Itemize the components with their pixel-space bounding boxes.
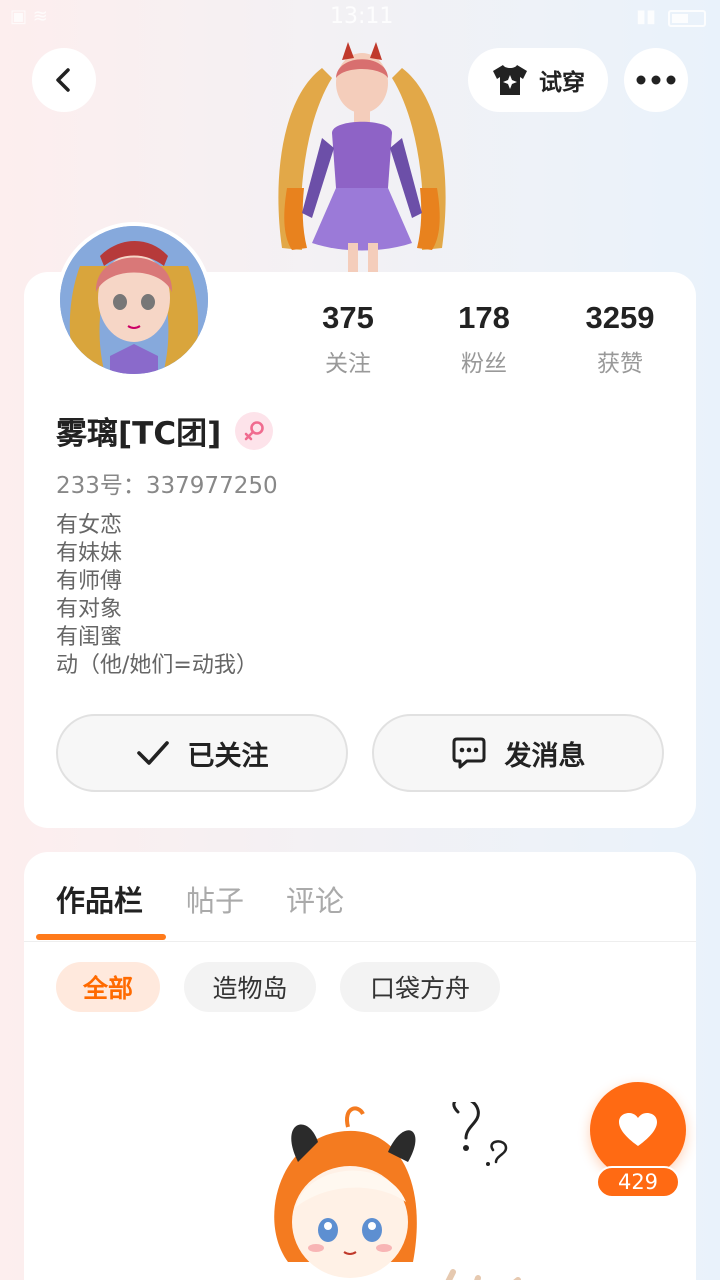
back-button[interactable] (32, 48, 96, 112)
avatar-image (60, 226, 208, 374)
stat-value: 375 (322, 300, 374, 335)
shirt-sparkle-icon (493, 65, 527, 95)
bio-line: 有闺蜜 (56, 625, 123, 650)
try-on-label: 试穿 (539, 70, 585, 96)
tab-bar: 作品栏 帖子 评论 (24, 852, 696, 942)
profile-name: 雾璃[TC团] (56, 416, 222, 452)
bio-line: 有妹妹 (56, 541, 123, 566)
empty-state-illustration (274, 1102, 521, 1280)
stat-value: 3259 (585, 300, 655, 335)
active-tab-indicator (36, 934, 166, 940)
following-button[interactable]: 已关注 (56, 714, 348, 792)
stat-likes[interactable]: 3259 获赞 (552, 300, 688, 378)
works-section: 作品栏 帖子 评论 全部 造物岛 口袋方舟 (24, 852, 696, 1280)
name-row: 雾璃[TC团] (56, 408, 274, 453)
tab-posts[interactable]: 帖子 (186, 878, 244, 920)
try-on-button[interactable]: 试穿 (468, 48, 608, 112)
stat-label: 关注 (325, 351, 371, 377)
like-button[interactable] (590, 1082, 686, 1178)
bio-line: 动（他/她们=动我） (56, 653, 258, 678)
more-button[interactable] (624, 48, 688, 112)
bio-line: 有师傅 (56, 569, 123, 594)
bio-line: 有女恋 (56, 513, 123, 538)
stat-label: 获赞 (597, 351, 643, 377)
heart-icon (619, 1113, 657, 1146)
like-count: 429 (596, 1166, 680, 1198)
battery-icon (668, 10, 706, 27)
bio: 有女恋 有妹妹 有师傅 有对象 有闺蜜 动（他/她们=动我） (56, 512, 258, 680)
filter-chip-pocket-ark[interactable]: 口袋方舟 (340, 962, 500, 1012)
female-symbol-icon (244, 420, 265, 440)
filter-chip-creation-island[interactable]: 造物岛 (184, 962, 316, 1012)
chevron-left-icon (56, 68, 70, 92)
avatar[interactable] (56, 222, 212, 378)
send-message-button[interactable]: 发消息 (372, 714, 664, 792)
send-message-label: 发消息 (504, 740, 586, 772)
tab-comments[interactable]: 评论 (286, 878, 344, 920)
user-id: 233号：337977250 (56, 473, 278, 499)
stat-following[interactable]: 375 关注 (280, 300, 416, 378)
following-label: 已关注 (187, 740, 269, 772)
stat-followers[interactable]: 178 粉丝 (416, 300, 552, 378)
checkmark-icon (136, 741, 169, 765)
gender-badge (235, 411, 274, 450)
filter-chip-all[interactable]: 全部 (56, 962, 160, 1012)
character-figure (278, 42, 446, 273)
stat-value: 178 (458, 300, 510, 335)
signal-icon: ▮▮ (636, 6, 656, 27)
tab-works[interactable]: 作品栏 (56, 878, 143, 920)
status-time: 13:11 (330, 4, 394, 29)
status-bar: ▣ ≋ 13:11 ▮▮ (0, 0, 720, 36)
stat-label: 粉丝 (461, 351, 507, 377)
more-dots-icon (636, 75, 676, 85)
bio-line: 有对象 (56, 597, 123, 622)
profile-stats: 375 关注 178 粉丝 3259 获赞 (280, 300, 680, 380)
notification-icons: ▣ ≋ (10, 6, 48, 27)
chat-bubble-icon (452, 737, 485, 769)
